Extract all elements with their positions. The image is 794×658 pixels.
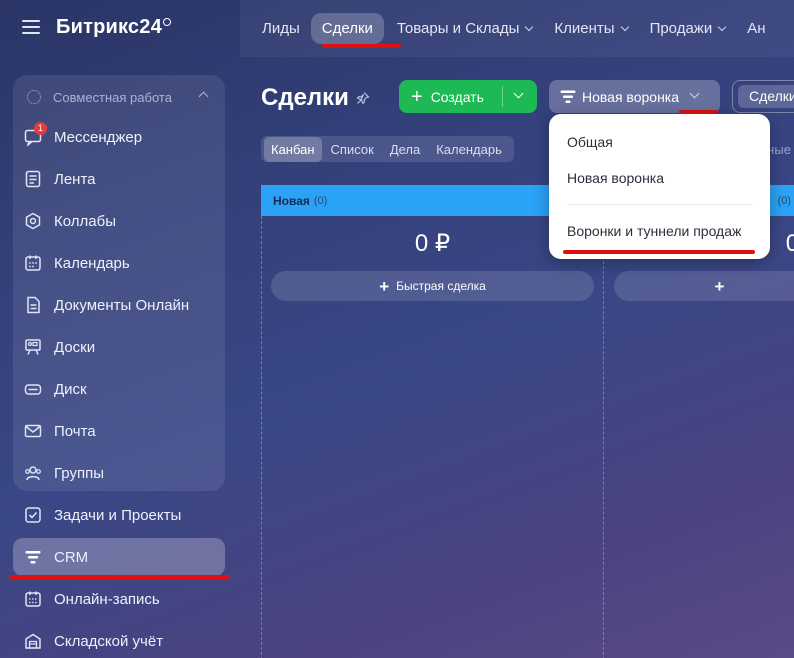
create-button-label: Создать [430,88,484,105]
sidebar-item-boards[interactable]: Доски [13,328,225,366]
topnav-sales[interactable]: Продажи [649,20,727,37]
sidebar-item-crm[interactable]: CRM [13,538,225,576]
hexagon-icon [24,212,42,230]
topnav-clients[interactable]: Клиенты [554,20,629,37]
dropdown-item-funnels-settings[interactable]: Воронки и туннели продаж [567,223,741,239]
column-count: (0) [777,194,791,207]
topnav-clients-label: Клиенты [554,20,615,37]
plus-icon: + [411,85,423,108]
sidebar-group-title: Совместная работа [53,89,172,105]
booking-icon [24,590,42,608]
chevron-down-icon [620,22,629,32]
chat-icon: 1 [24,122,47,146]
sidebar-item-mail[interactable]: Почта [13,412,225,450]
dropdown-item-general[interactable]: Общая [567,134,613,150]
warehouse-icon [24,632,42,650]
sidebar-item-label: Мессенджер [54,128,143,146]
tab-activities[interactable]: Дела [383,137,427,162]
pin-icon[interactable] [356,91,370,105]
disk-icon [24,380,42,398]
crm-icon [24,548,42,566]
quick-deal-button[interactable]: + Быстрая сделка [271,271,594,301]
topnav-products-label: Товары и Склады [396,20,520,37]
quick-deal-label: Быстрая сделка [396,279,486,293]
column-body: 0 ₽ + [605,216,794,658]
tasks-icon [24,506,42,524]
red-marker-deals-tab [322,44,401,48]
mail-icon [24,422,42,440]
topnav-leads[interactable]: Лиды [262,20,300,37]
topnav-analytics[interactable]: Ан [747,20,765,37]
deals-category-button[interactable]: Сделки [732,80,794,113]
sidebar-item-label: Группы [54,464,104,482]
collaboration-icon [27,90,41,104]
clock-icon [162,18,171,26]
funnel-selector-label: Новая воронка [582,88,680,105]
page-title: Сделки [261,84,349,111]
topnav-sales-label: Продажи [649,20,713,37]
tab-kanban[interactable]: Канбан [264,136,322,162]
sidebar-item-label: Доски [54,338,96,356]
sidebar-item-label: Онлайн-запись [54,590,160,608]
sidebar-item-label: Календарь [54,254,130,272]
messenger-badge: 1 [34,122,47,135]
document-icon [24,296,42,314]
feed-icon [24,170,42,188]
sidebar-item-calendar[interactable]: Календарь [13,244,225,282]
quick-deal-button[interactable]: + [614,271,794,301]
chevron-down-icon[interactable] [513,88,524,99]
sidebar-item-groups[interactable]: Группы [13,454,225,492]
plus-icon: + [714,276,725,296]
topnav-products[interactable]: Товары и Склады [396,20,534,37]
top-bar: Битрикс24 Лиды Сделки Товары и Склады Кл… [0,0,794,57]
column-title: Новая [273,193,310,208]
funnel-dropdown-menu: Общая Новая воронка Воронки и туннели пр… [549,114,770,259]
sidebar-item-label: CRM [54,548,89,566]
dropdown-divider [567,204,753,205]
plus-icon: + [379,276,390,296]
funnel-selector-button[interactable]: Новая воронка [549,80,720,113]
sidebar-item-label: Диск [54,380,87,398]
dropdown-item-new-funnel[interactable]: Новая воронка [567,170,664,186]
sidebar-item-label: Задачи и Проекты [54,506,182,524]
sidebar-item-label: Почта [54,422,96,440]
sidebar-item-collabs[interactable]: Коллабы [13,202,225,240]
logo-text: Битрикс24 [56,16,162,38]
sidebar-item-label: Лента [54,170,96,188]
tab-list[interactable]: Список [324,137,381,162]
topnav-deals[interactable]: Сделки [310,13,384,44]
board-icon [24,338,42,356]
chevron-down-icon [689,88,700,99]
chevron-down-icon [525,22,534,32]
menu-icon[interactable] [22,20,40,34]
red-marker-crm [9,575,230,579]
calendar-icon [24,254,42,272]
column-count: (0) [313,194,328,207]
column-body: 0 ₽ + Быстрая сделка [261,216,604,658]
app-logo[interactable]: Битрикс24 [56,16,171,39]
sidebar-item-messenger[interactable]: 1 Мессенджер [13,118,225,156]
sidebar-group-header[interactable]: Совместная работа [27,88,217,106]
create-button[interactable]: + Создать [399,80,537,113]
top-navigation: Лиды Сделки Товары и Склады Клиенты Прод… [240,0,794,57]
button-divider [502,86,503,107]
sidebar-item-tasks[interactable]: Задачи и Проекты [13,496,225,534]
chevron-down-icon [717,22,727,32]
sidebar-item-label: Складской учёт [54,632,164,650]
sidebar-item-documents[interactable]: Документы Онлайн [13,286,225,324]
sidebar-item-disk[interactable]: Диск [13,370,225,408]
sidebar-item-label: Документы Онлайн [54,296,190,314]
sidebar-item-booking[interactable]: Онлайн-запись [13,580,225,618]
deals-category-label: Сделки [738,85,794,108]
tab-calendar[interactable]: Календарь [429,137,509,162]
red-marker-funnels-settings [563,250,755,254]
chevron-up-icon[interactable] [198,91,209,102]
view-tabs: Канбан Список Дела Календарь [261,136,514,162]
sidebar-item-warehouse[interactable]: Складской учёт [13,622,225,658]
groups-icon [24,464,42,482]
funnel-icon [560,90,576,103]
sidebar-item-label: Коллабы [54,212,116,230]
sidebar-item-feed[interactable]: Лента [13,160,225,198]
